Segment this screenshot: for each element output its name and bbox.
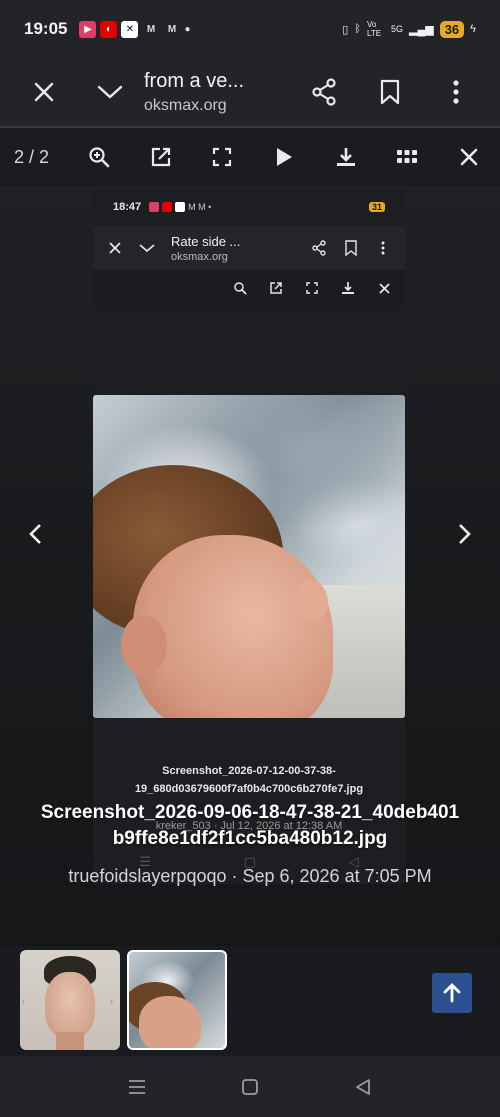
download-icon[interactable]: [329, 140, 363, 174]
thumb-left-chevron-icon: ‹: [22, 996, 25, 1006]
recent-apps-icon[interactable]: [122, 1072, 152, 1102]
network-label: 5G: [390, 24, 403, 34]
charging-icon: ϟ: [470, 23, 476, 35]
inner-close-icon-2: [373, 277, 395, 299]
image-author-date: truefoidslayerpqoqo · Sep 6, 2026 at 7:0…: [68, 866, 432, 886]
inner-bookmark-icon: [335, 232, 367, 264]
inner-download-icon: [337, 277, 359, 299]
bookmark-icon[interactable]: [368, 70, 412, 114]
bluetooth-icon: ᛒ: [354, 23, 361, 35]
browser-app-bar: from a ve... oksmax.org: [0, 58, 500, 126]
displayed-screenshot[interactable]: 18:47 M M • 31 Rate side ... oksmax.org: [93, 188, 405, 884]
lightbox-toolbar: 2 / 2: [0, 128, 500, 186]
image-counter: 2 / 2: [14, 146, 50, 167]
inner-capcut-icon: [175, 202, 186, 212]
fullscreen-icon[interactable]: [205, 140, 239, 174]
thumbnail-strip: ‹ ›: [0, 946, 500, 1056]
scroll-to-top-button[interactable]: [432, 973, 472, 1013]
inner-open-external-icon: [265, 277, 287, 299]
inner-fullscreen-icon: [301, 277, 323, 299]
status-time: 19:05: [24, 19, 68, 38]
thumbnail-2-selected[interactable]: [127, 950, 227, 1050]
vodafone-icon: ◐: [100, 20, 118, 38]
close-lightbox-icon[interactable]: [452, 140, 486, 174]
more-vert-icon[interactable]: [434, 70, 478, 114]
image-caption: Screenshot_2026-09-06-18-47-38-21_40deb4…: [0, 800, 500, 890]
gmail-icon: M: [146, 23, 156, 35]
side-profile-photo: [93, 395, 405, 718]
inner-more-vert-icon: [367, 232, 399, 264]
inner-page-title: Rate side ...: [171, 233, 241, 249]
thumbnails-grid-icon[interactable]: [390, 140, 424, 174]
inner-lightbox-toolbar: [93, 270, 405, 306]
slideshow-play-icon[interactable]: [267, 140, 301, 174]
inner-app-icon: [149, 202, 160, 212]
page-url: oksmax.org: [144, 96, 227, 114]
inner-gmail-icon: M M •: [188, 202, 212, 212]
notification-icons: ▶ ◐ ✕ M M ●: [79, 20, 191, 38]
page-title-box[interactable]: from a ve... oksmax.org: [132, 70, 302, 115]
chevron-down-icon[interactable]: [88, 70, 132, 114]
previous-image-arrow-icon[interactable]: [17, 516, 53, 552]
zoom-in-icon[interactable]: [82, 140, 116, 174]
inner-battery-level: 31: [368, 202, 385, 212]
inner-status-bar: 18:47 M M • 31: [93, 188, 405, 226]
volte-label: Vo LTE: [366, 20, 382, 38]
thumb-right-chevron-icon: ›: [110, 996, 113, 1006]
signal-icon: ▂▄▆: [408, 23, 434, 36]
close-icon[interactable]: [22, 70, 66, 114]
status-bar: 19:05 ▶ ◐ ✕ M M ● ▯ ᛒ Vo LTE 5G ▂▄▆ 36 ϟ: [0, 0, 500, 58]
battery-level: 36: [439, 20, 465, 38]
open-external-icon[interactable]: [144, 140, 178, 174]
home-icon[interactable]: [235, 1072, 265, 1102]
inner-status-time: 18:47: [113, 201, 142, 213]
system-nav-bar: [0, 1056, 500, 1117]
share-icon[interactable]: [302, 70, 346, 114]
gmail-icon-2: M: [167, 23, 177, 35]
more-notifications-dot: ●: [184, 23, 191, 35]
inner-zoom-icon: [229, 277, 251, 299]
inner-app-bar: Rate side ... oksmax.org: [93, 226, 405, 270]
inner-share-icon: [303, 232, 335, 264]
inner-vodafone-icon: [162, 202, 173, 212]
arrow-up-icon: [443, 983, 461, 1003]
thumbnail-1[interactable]: [20, 950, 120, 1050]
inner-chevron-down-icon: [131, 232, 163, 264]
capcut-icon: ✕: [121, 20, 139, 38]
inner-page-url: oksmax.org: [171, 250, 228, 263]
image-filename: Screenshot_2026-09-06-18-47-38-21_40deb4…: [40, 802, 460, 849]
system-icons: ▯ ᛒ Vo LTE 5G ▂▄▆ 36 ϟ: [342, 20, 476, 38]
vibrate-icon: ▯: [342, 23, 349, 36]
inner-image-filename: Screenshot_2026-07-12-00-37-38-19_680d03…: [134, 765, 364, 795]
inner-close-icon: [99, 232, 131, 264]
page-title: from a ve...: [144, 69, 245, 92]
next-image-arrow-icon[interactable]: [447, 516, 483, 552]
back-icon[interactable]: [348, 1072, 378, 1102]
app-notification-icon: ▶: [79, 20, 97, 38]
